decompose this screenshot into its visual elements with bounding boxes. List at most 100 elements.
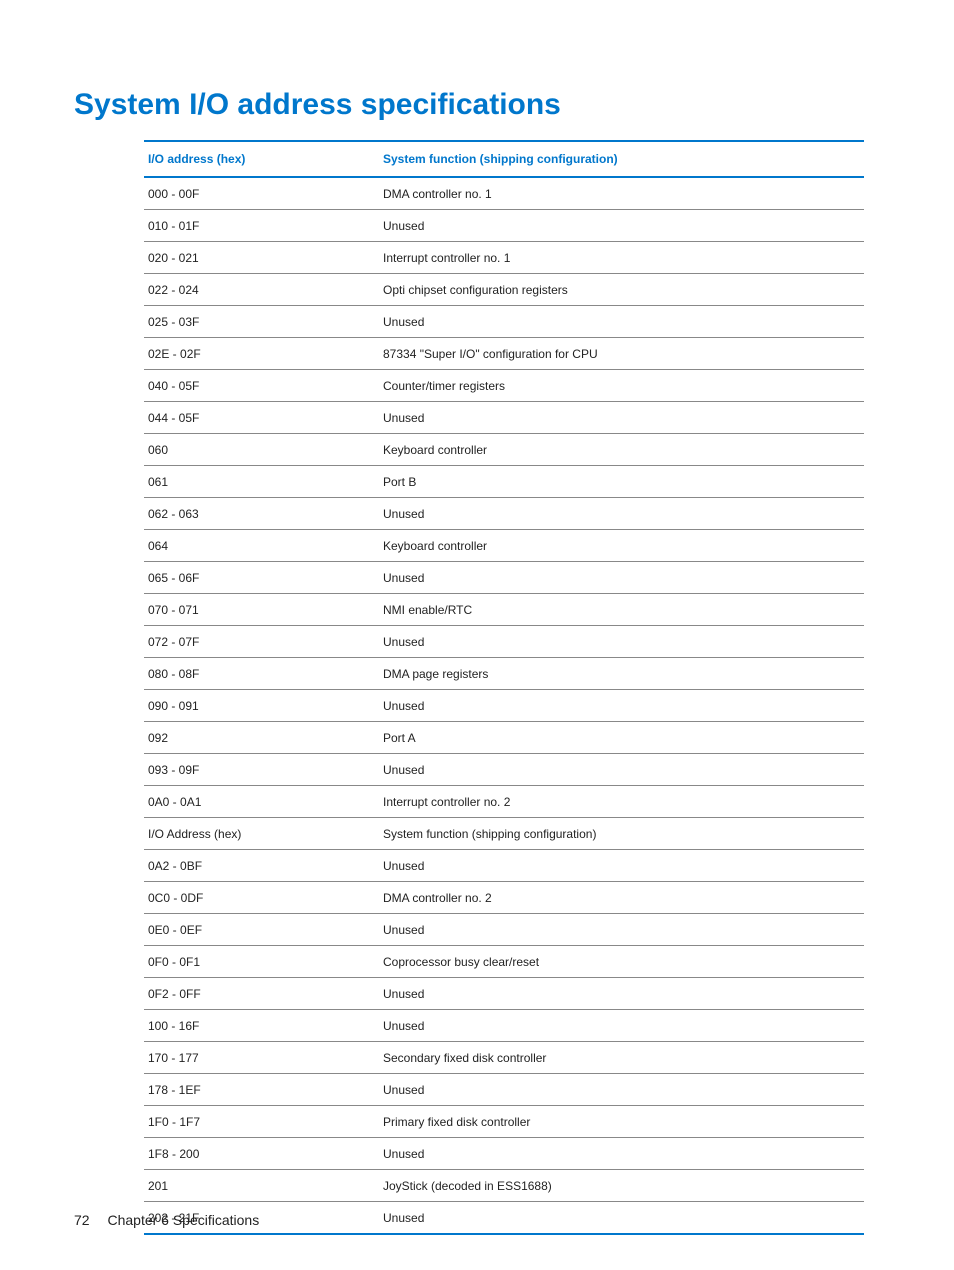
cell-io-address: 1F0 - 1F7 [144,1106,379,1138]
cell-system-function: 87334 "Super I/O" configuration for CPU [379,338,864,370]
table-row: 201JoyStick (decoded in ESS1688) [144,1170,864,1202]
cell-io-address: 0C0 - 0DF [144,882,379,914]
table-row: 080 - 08FDMA page registers [144,658,864,690]
cell-system-function: Interrupt controller no. 1 [379,242,864,274]
cell-io-address: 0E0 - 0EF [144,914,379,946]
table-row: 092Port A [144,722,864,754]
cell-io-address: 062 - 063 [144,498,379,530]
cell-system-function: Unused [379,562,864,594]
cell-io-address: 093 - 09F [144,754,379,786]
cell-system-function: Port A [379,722,864,754]
cell-system-function: Unused [379,754,864,786]
cell-system-function: Primary fixed disk controller [379,1106,864,1138]
cell-io-address: 065 - 06F [144,562,379,594]
cell-system-function: DMA controller no. 2 [379,882,864,914]
cell-system-function: Interrupt controller no. 2 [379,786,864,818]
cell-io-address: 044 - 05F [144,402,379,434]
cell-system-function: Unused [379,626,864,658]
cell-system-function: System function (shipping configuration) [379,818,864,850]
table-row: 025 - 03FUnused [144,306,864,338]
cell-io-address: 02E - 02F [144,338,379,370]
cell-io-address: 010 - 01F [144,210,379,242]
cell-io-address: 025 - 03F [144,306,379,338]
table-row: 1F8 - 200Unused [144,1138,864,1170]
header-system-function: System function (shipping configuration) [379,141,864,177]
cell-system-function: Unused [379,1138,864,1170]
cell-system-function: DMA controller no. 1 [379,177,864,210]
cell-io-address: 0F0 - 0F1 [144,946,379,978]
table-row: 070 - 071NMI enable/RTC [144,594,864,626]
table-row: 0F2 - 0FFUnused [144,978,864,1010]
cell-io-address: 1F8 - 200 [144,1138,379,1170]
table-row: 1F0 - 1F7Primary fixed disk controller [144,1106,864,1138]
cell-io-address: I/O Address (hex) [144,818,379,850]
cell-system-function: Secondary fixed disk controller [379,1042,864,1074]
cell-system-function: Unused [379,850,864,882]
cell-system-function: Unused [379,914,864,946]
cell-io-address: 100 - 16F [144,1010,379,1042]
cell-io-address: 040 - 05F [144,370,379,402]
table-row: 100 - 16FUnused [144,1010,864,1042]
spec-table-container: I/O address (hex) System function (shipp… [144,140,864,1235]
chapter-label: Chapter 6 Specifications [107,1212,259,1228]
table-row: 060Keyboard controller [144,434,864,466]
page-number: 72 [74,1212,90,1228]
table-row: 040 - 05FCounter/timer registers [144,370,864,402]
cell-io-address: 072 - 07F [144,626,379,658]
page-title: System I/O address specifications [74,88,866,122]
cell-io-address: 170 - 177 [144,1042,379,1074]
cell-io-address: 020 - 021 [144,242,379,274]
table-row: 064Keyboard controller [144,530,864,562]
cell-system-function: Unused [379,1202,864,1235]
cell-io-address: 080 - 08F [144,658,379,690]
table-row: 02E - 02F87334 "Super I/O" configuration… [144,338,864,370]
spec-table: I/O address (hex) System function (shipp… [144,140,864,1235]
table-row: 090 - 091Unused [144,690,864,722]
cell-system-function: Unused [379,210,864,242]
cell-io-address: 060 [144,434,379,466]
table-row: 044 - 05FUnused [144,402,864,434]
cell-io-address: 0A0 - 0A1 [144,786,379,818]
cell-io-address: 061 [144,466,379,498]
cell-io-address: 090 - 091 [144,690,379,722]
cell-system-function: Counter/timer registers [379,370,864,402]
cell-io-address: 0F2 - 0FF [144,978,379,1010]
cell-system-function: Unused [379,498,864,530]
cell-system-function: Unused [379,402,864,434]
table-row: 170 - 177Secondary fixed disk controller [144,1042,864,1074]
cell-system-function: Unused [379,690,864,722]
table-row: 0A0 - 0A1Interrupt controller no. 2 [144,786,864,818]
cell-system-function: JoyStick (decoded in ESS1688) [379,1170,864,1202]
cell-system-function: Port B [379,466,864,498]
table-row: 0E0 - 0EFUnused [144,914,864,946]
cell-system-function: DMA page registers [379,658,864,690]
table-row: 010 - 01FUnused [144,210,864,242]
cell-system-function: Unused [379,306,864,338]
cell-io-address: 022 - 024 [144,274,379,306]
cell-io-address: 0A2 - 0BF [144,850,379,882]
table-row: 178 - 1EFUnused [144,1074,864,1106]
table-row: 061Port B [144,466,864,498]
cell-io-address: 178 - 1EF [144,1074,379,1106]
cell-io-address: 201 [144,1170,379,1202]
cell-system-function: Coprocessor busy clear/reset [379,946,864,978]
cell-io-address: 064 [144,530,379,562]
cell-system-function: Unused [379,978,864,1010]
cell-io-address: 070 - 071 [144,594,379,626]
cell-system-function: Keyboard controller [379,434,864,466]
header-io-address: I/O address (hex) [144,141,379,177]
cell-system-function: NMI enable/RTC [379,594,864,626]
table-row: 0C0 - 0DFDMA controller no. 2 [144,882,864,914]
page-footer: 72 Chapter 6 Specifications [74,1212,259,1228]
cell-system-function: Unused [379,1010,864,1042]
table-header-row: I/O address (hex) System function (shipp… [144,141,864,177]
table-row: 000 - 00FDMA controller no. 1 [144,177,864,210]
table-row: 0F0 - 0F1Coprocessor busy clear/reset [144,946,864,978]
table-row: 065 - 06FUnused [144,562,864,594]
table-row: 062 - 063Unused [144,498,864,530]
table-row: 020 - 021Interrupt controller no. 1 [144,242,864,274]
table-row: 093 - 09FUnused [144,754,864,786]
cell-io-address: 000 - 00F [144,177,379,210]
cell-io-address: 092 [144,722,379,754]
table-row: 072 - 07FUnused [144,626,864,658]
